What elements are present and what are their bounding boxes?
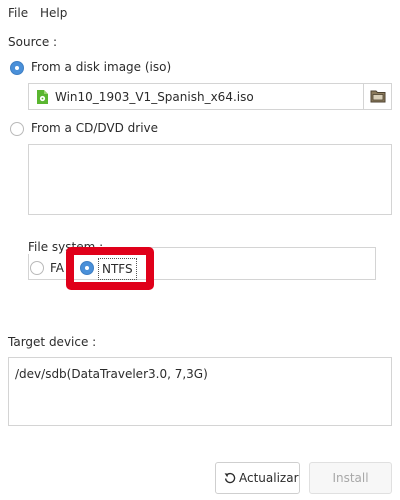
- iso-file-icon: [37, 90, 48, 104]
- install-button-label: Install: [332, 471, 369, 485]
- fat32-radio[interactable]: [30, 261, 44, 275]
- highlight-annotation: [66, 247, 154, 290]
- fat32-label[interactable]: FA: [50, 261, 64, 275]
- cd-drive-radio[interactable]: [10, 122, 24, 136]
- cd-drive-label[interactable]: From a CD/DVD drive: [31, 121, 158, 135]
- menu-bar: File Help: [0, 0, 400, 26]
- disk-image-radio[interactable]: [10, 61, 24, 75]
- install-button[interactable]: Install: [309, 462, 392, 494]
- iso-file-chooser[interactable]: Win10_1903_V1_Spanish_x64.iso: [28, 83, 392, 110]
- source-label: Source :: [8, 35, 58, 49]
- refresh-icon: [224, 472, 236, 484]
- radio-dot: [15, 66, 19, 70]
- refresh-button[interactable]: Actualizar: [215, 462, 300, 494]
- folder-icon: [370, 90, 386, 103]
- target-device-item[interactable]: /dev/sdb(DataTraveler3.0, 7,3G): [15, 367, 208, 381]
- target-device-label: Target device :: [8, 335, 97, 349]
- cd-drive-list[interactable]: [28, 144, 392, 215]
- target-device-list[interactable]: /dev/sdb(DataTraveler3.0, 7,3G): [8, 357, 392, 426]
- iso-file-name: Win10_1903_V1_Spanish_x64.iso: [55, 90, 254, 104]
- browse-button[interactable]: [363, 84, 391, 109]
- menu-help[interactable]: Help: [40, 6, 67, 20]
- refresh-button-label: Actualizar: [239, 471, 299, 485]
- menu-file[interactable]: File: [8, 6, 28, 20]
- disk-image-label[interactable]: From a disk image (iso): [31, 60, 171, 74]
